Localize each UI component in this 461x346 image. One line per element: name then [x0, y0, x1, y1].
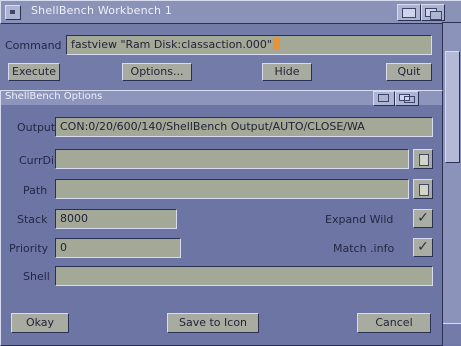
command-input[interactable]: fastview "Ram Disk:classaction.000"	[66, 35, 432, 55]
scrollbar-knob[interactable]	[445, 51, 460, 163]
output-input[interactable]: CON:0/20/600/140/ShellBench Output/AUTO/…	[55, 117, 433, 137]
priority-input-text: 0	[60, 241, 67, 254]
stack-input-text: 8000	[60, 212, 88, 225]
stack-input[interactable]: 8000	[55, 209, 177, 229]
path-input[interactable]	[55, 179, 409, 199]
currdir-input[interactable]	[55, 149, 409, 169]
text-cursor	[272, 38, 280, 50]
options-button-label: Options...	[130, 65, 184, 78]
command-input-text: fastview "Ram Disk:classaction.000"	[71, 38, 272, 51]
window-title-bar[interactable]: ShellBench Workbench 1	[0, 0, 461, 24]
zoom-icon[interactable]	[397, 4, 421, 21]
match-info-label: Match .info	[333, 242, 395, 255]
shell-label: Shell	[23, 270, 50, 283]
stack-label: Stack	[17, 213, 48, 226]
priority-label: Priority	[9, 242, 49, 255]
path-label: Path	[23, 184, 48, 197]
hide-button[interactable]: Hide	[262, 63, 312, 81]
priority-input[interactable]: 0	[55, 238, 181, 258]
currdir-label: CurrDir	[19, 154, 59, 167]
options-window-title: ShellBench Options	[5, 91, 103, 102]
cancel-button[interactable]: Cancel	[357, 313, 431, 333]
execute-button[interactable]: Execute	[8, 63, 60, 81]
options-window: ShellBench Options Output CON:0/20/600/1…	[0, 90, 443, 346]
check-icon: ✓	[417, 239, 429, 255]
zoom-icon[interactable]	[373, 91, 395, 106]
hide-button-label: Hide	[274, 65, 300, 78]
cancel-button-label: Cancel	[375, 316, 413, 329]
window-title: ShellBench Workbench 1	[31, 4, 173, 17]
path-file-requester-icon[interactable]	[413, 179, 433, 199]
execute-button-label: Execute	[12, 65, 56, 78]
save-to-icon-button[interactable]: Save to Icon	[167, 313, 259, 333]
close-icon[interactable]	[5, 5, 21, 20]
quit-button-label: Quit	[397, 65, 421, 78]
check-icon: ✓	[417, 210, 429, 226]
quit-button[interactable]: Quit	[386, 63, 432, 81]
depth-arrange-icon[interactable]	[395, 91, 419, 106]
output-label: Output	[17, 121, 56, 134]
output-input-text: CON:0/20/600/140/ShellBench Output/AUTO/…	[60, 120, 365, 133]
match-info-checkbox[interactable]: ✓	[413, 238, 433, 257]
vertical-scrollbar[interactable]	[442, 22, 461, 324]
save-to-icon-button-label: Save to Icon	[178, 316, 248, 329]
command-label: Command	[5, 39, 62, 52]
expand-wild-label: Expand Wild	[325, 213, 394, 226]
depth-arrange-icon[interactable]	[421, 4, 445, 21]
expand-wild-checkbox[interactable]: ✓	[413, 209, 433, 228]
options-window-title-bar[interactable]: ShellBench Options	[1, 91, 442, 106]
shellbench-window: ShellBench Workbench 1 Command fastview …	[0, 0, 461, 346]
shell-input[interactable]	[55, 266, 433, 286]
okay-button[interactable]: Okay	[11, 313, 69, 333]
options-button[interactable]: Options...	[122, 63, 192, 81]
okay-button-label: Okay	[25, 316, 55, 329]
currdir-file-requester-icon[interactable]	[413, 149, 433, 169]
